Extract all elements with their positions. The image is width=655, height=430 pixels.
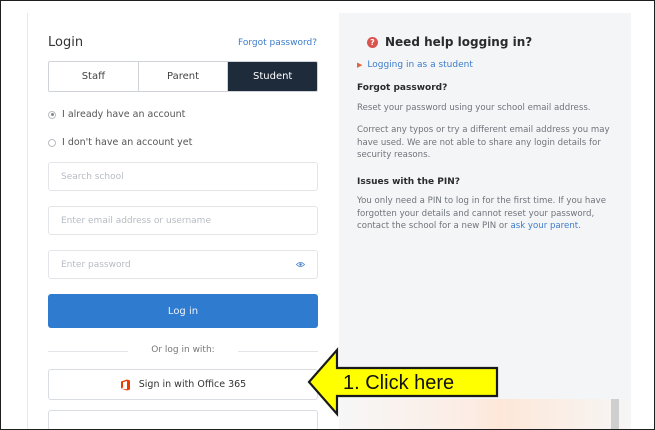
additional-signin-button[interactable]	[48, 410, 318, 429]
pin-text: You only need a PIN to log in for the fi…	[357, 195, 619, 233]
radio-no-account-label: I don't have an account yet	[62, 137, 193, 148]
radio-unchecked-icon[interactable]	[48, 138, 56, 147]
email-input[interactable]	[49, 207, 317, 234]
tab-parent[interactable]: Parent	[138, 62, 229, 91]
help-title-text: Need help logging in?	[385, 35, 533, 49]
question-icon: ?	[367, 36, 378, 48]
or-login-with-label: Or log in with:	[151, 345, 215, 355]
office365-icon	[120, 379, 130, 390]
login-title: Login	[48, 35, 84, 50]
forgot-password-link[interactable]: Forgot password?	[238, 38, 317, 48]
radio-no-account[interactable]: I don't have an account yet	[48, 137, 192, 148]
click-here-callout: 1. Click here	[307, 347, 499, 417]
help-title: ? Need help logging in?	[367, 35, 532, 49]
password-input[interactable]	[49, 251, 317, 278]
login-button[interactable]: Log in	[48, 294, 318, 328]
logging-in-as-student-link[interactable]: ▶ Logging in as a student	[357, 60, 473, 70]
role-selector: Staff Parent Student	[48, 61, 318, 92]
radio-have-account[interactable]: I already have an account	[48, 109, 185, 120]
callout-label: 1. Click here	[343, 372, 454, 394]
or-divider: Or log in with:	[48, 345, 318, 357]
tab-student[interactable]: Student	[228, 62, 317, 91]
search-school-field	[48, 162, 318, 191]
office365-signin-button[interactable]: Sign in with Office 365	[48, 369, 318, 400]
password-field	[48, 250, 318, 279]
eye-icon[interactable]	[296, 261, 305, 268]
forgot-password-heading: Forgot password?	[357, 83, 448, 93]
screenshot-frame: Login Forgot password? Staff Parent Stud…	[0, 0, 655, 430]
office365-signin-label: Sign in with Office 365	[138, 379, 247, 390]
logging-in-as-student-label: Logging in as a student	[367, 60, 473, 70]
forgot-password-text-2: Correct any typos or try a different ema…	[357, 125, 610, 160]
forgot-password-text-1: Reset your password using your school em…	[357, 103, 591, 113]
tab-staff[interactable]: Staff	[49, 62, 139, 91]
triangle-right-icon: ▶	[357, 61, 363, 69]
login-card: Login Forgot password? Staff Parent Stud…	[27, 13, 339, 429]
radio-checked-icon[interactable]	[48, 110, 56, 119]
ask-your-parent-link[interactable]: ask your parent	[510, 221, 578, 231]
scrollbar-edge	[611, 399, 619, 429]
pin-heading: Issues with the PIN?	[357, 177, 460, 187]
search-school-input[interactable]	[49, 163, 317, 190]
divider-line-right	[238, 351, 318, 352]
email-field	[48, 206, 318, 235]
radio-have-account-label: I already have an account	[62, 109, 186, 120]
pin-text-end: .	[578, 221, 581, 231]
